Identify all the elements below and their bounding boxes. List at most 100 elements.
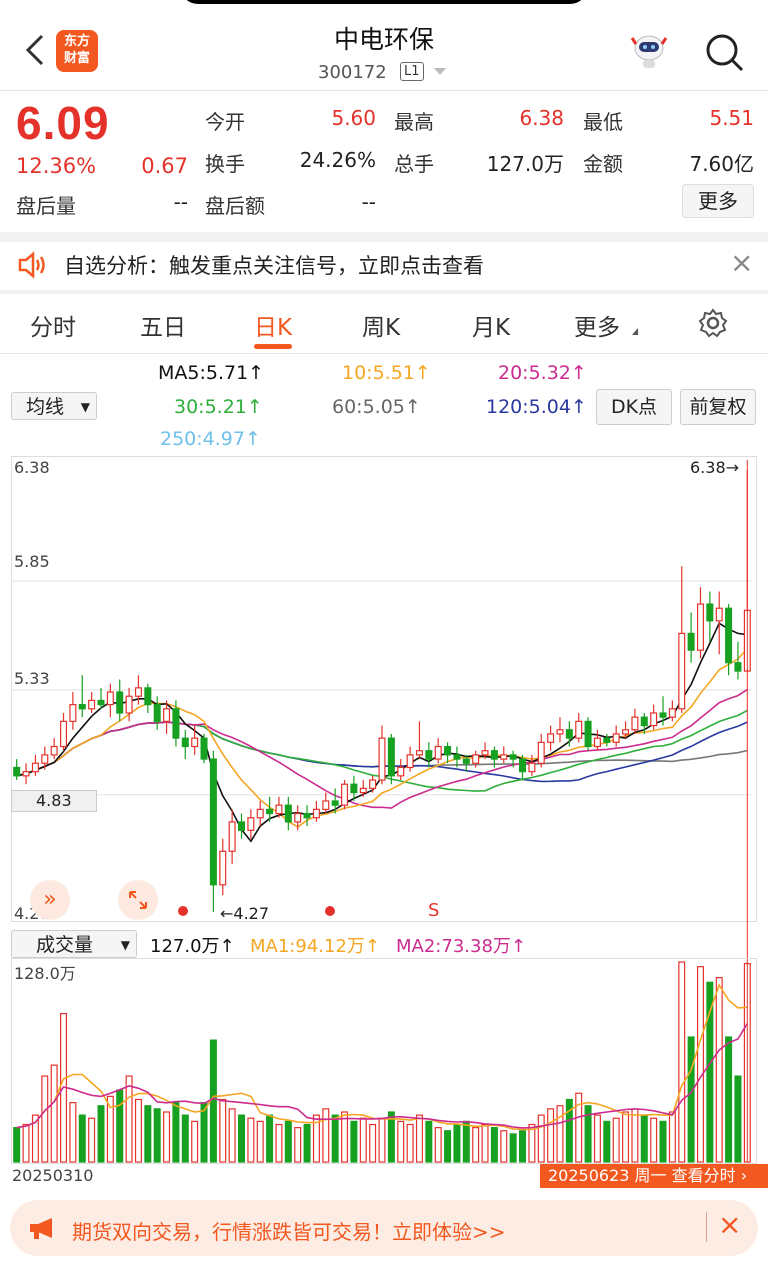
candle-body: [116, 691, 124, 714]
candle-body: [387, 737, 395, 777]
candle-body: [41, 754, 49, 764]
min-price-marker: ←4.27: [220, 904, 270, 923]
candle-body: [696, 603, 704, 651]
candle-body: [181, 737, 189, 748]
volume-current: 127.0万↑: [150, 936, 235, 957]
candle-body: [650, 712, 658, 727]
candle-body: [640, 716, 648, 727]
candle-body: [163, 708, 171, 722]
candle-body: [687, 632, 695, 651]
candle-body: [13, 766, 21, 777]
volume-ma1: MA1:94.12万↑: [250, 936, 380, 957]
candle-body: [678, 632, 686, 710]
candle-body: [472, 754, 480, 764]
candle-body: [341, 783, 349, 806]
candle-body: [125, 695, 133, 714]
candle-body: [359, 787, 367, 794]
candle-body: [547, 733, 555, 743]
candle-body: [603, 737, 611, 743]
candle-body: [584, 720, 592, 748]
candle-body: [312, 808, 320, 819]
candle-body: [593, 737, 601, 748]
candle-body: [247, 817, 255, 831]
candle-body: [528, 762, 536, 773]
promo-text: 期货双向交易，行情涨跌皆可交易！立即体验>>: [72, 1220, 506, 1244]
candle-body: [453, 754, 461, 760]
y-tick: 5.85: [14, 552, 50, 571]
end-date-badge[interactable]: 20250623 周一 查看分时 ›: [540, 1164, 768, 1188]
candle-body: [415, 750, 423, 756]
candle-body: [69, 704, 77, 722]
candle-body: [622, 729, 630, 735]
candle-body: [275, 804, 283, 815]
candle-body: [706, 603, 714, 622]
candle-body: [631, 716, 639, 731]
candle-body: [60, 720, 68, 748]
candle-body: [209, 758, 217, 886]
candle-body: [153, 704, 161, 722]
sell-signal-marker: S: [428, 900, 440, 921]
candle-body: [88, 699, 96, 710]
candle-body: [294, 812, 302, 823]
candle-body: [500, 754, 508, 760]
candle-body: [668, 708, 676, 718]
candle-body: [191, 737, 199, 748]
candle-body: [97, 699, 105, 706]
candle-body: [331, 800, 339, 806]
candle-body: [406, 754, 414, 769]
close-icon[interactable]: ×: [718, 1208, 741, 1241]
divider: [706, 1212, 707, 1242]
candle-body: [134, 687, 142, 697]
volume-selector[interactable]: 成交量 ▼: [11, 930, 137, 958]
candle-body: [106, 691, 114, 706]
y-tick-max: 6.38: [14, 458, 50, 477]
candle-body: [397, 766, 405, 777]
candle-body: [219, 850, 227, 886]
signal-dot: [178, 906, 188, 916]
fullscreen-icon[interactable]: [118, 880, 158, 920]
expand-right-icon[interactable]: »: [30, 880, 70, 920]
candle-body: [509, 754, 517, 760]
candle-body: [200, 737, 208, 760]
candle-body: [78, 704, 86, 710]
megaphone-icon: [30, 1218, 52, 1239]
candle-body: [725, 607, 733, 664]
candle-body: [715, 607, 723, 622]
candle-body: [734, 662, 742, 672]
candle-body: [322, 800, 330, 810]
candle-body: [434, 745, 442, 760]
candle-body: [378, 737, 386, 781]
candle-body: [31, 762, 39, 773]
candle-body: [266, 808, 274, 815]
start-date: 20250310: [12, 1166, 94, 1185]
candle-body: [350, 783, 358, 794]
volume-chart-frame[interactable]: [11, 958, 757, 1164]
y-tick: 5.33: [14, 669, 50, 688]
candle-body: [369, 779, 377, 790]
candle-body: [462, 758, 470, 764]
candle-body: [612, 733, 620, 743]
crosshair-price-label: 4.83: [11, 790, 97, 812]
candle-body: [303, 812, 311, 819]
candle-body: [425, 750, 433, 760]
candle-body: [228, 821, 236, 852]
candle-body: [519, 758, 527, 773]
candle-body: [659, 712, 667, 718]
candle-body: [237, 821, 245, 831]
volume-ma2: MA2:73.38万↑: [396, 936, 526, 957]
candle-body: [256, 808, 264, 819]
futures-promo-banner[interactable]: 期货双向交易，行情涨跌皆可交易！立即体验>> ×: [10, 1200, 758, 1256]
candle-body: [444, 745, 452, 756]
candle-body: [144, 687, 152, 706]
candle-body: [481, 750, 489, 756]
candle-body: [490, 750, 498, 760]
candle-body: [172, 708, 180, 739]
candle-body: [575, 720, 583, 739]
candle-body: [537, 741, 545, 764]
signal-dot: [325, 906, 335, 916]
candle-body: [284, 804, 292, 823]
candle-body: [50, 745, 58, 756]
volume-max-label: 128.0万: [14, 964, 76, 983]
candle-body: [565, 729, 573, 739]
candle-body: [22, 771, 30, 777]
